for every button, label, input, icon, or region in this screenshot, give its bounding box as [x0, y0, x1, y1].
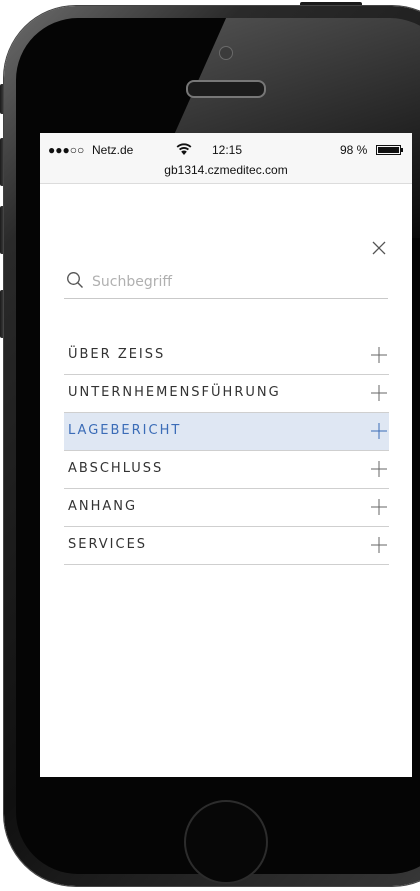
menu-item-label: ABSCHLUSS	[68, 461, 164, 476]
menu-item-unternehmensfuehrung[interactable]: UNTERNHEMENSFÜHRUNG	[64, 375, 389, 413]
menu-item-label: UNTERNHEMENSFÜHRUNG	[68, 385, 281, 400]
menu-item-ueber-zeiss[interactable]: ÜBER ZEISS	[64, 337, 389, 375]
battery-percent: 98 %	[340, 143, 368, 157]
menu-item-label: LAGEBERICHT	[68, 423, 182, 438]
plus-icon[interactable]	[371, 347, 387, 363]
carrier-name: Netz.de	[92, 143, 134, 157]
clock: 12:15	[212, 143, 243, 157]
plus-icon[interactable]	[371, 461, 387, 477]
menu-item-lagebericht[interactable]: LAGEBERICHT	[64, 413, 389, 451]
main-menu: ÜBER ZEISS UNTERNHEMENSFÜHRUNG LAGEBERIC…	[64, 337, 389, 565]
menu-item-label: SERVICES	[68, 537, 148, 552]
plus-icon[interactable]	[371, 499, 387, 515]
search-icon	[67, 272, 83, 288]
menu-item-services[interactable]: SERVICES	[64, 527, 389, 565]
earpiece-speaker	[186, 80, 266, 98]
search-bar	[64, 269, 388, 299]
menu-item-label: ANHANG	[68, 499, 138, 514]
wifi-icon	[176, 143, 192, 155]
search-input[interactable]	[92, 271, 382, 293]
plus-icon[interactable]	[371, 537, 387, 553]
screen: ●●●○○ Netz.de 12:15 98 % gb1314.czmedite…	[40, 133, 412, 777]
menu-item-abschluss[interactable]: ABSCHLUSS	[64, 451, 389, 489]
home-button[interactable]	[184, 800, 268, 884]
battery-icon	[376, 145, 403, 155]
plus-icon[interactable]	[371, 385, 387, 401]
front-camera	[219, 46, 233, 60]
page: ●●●○○ Netz.de 12:15 98 % gb1314.czmedite…	[0, 0, 420, 891]
close-icon[interactable]	[369, 238, 389, 258]
signal-strength: ●●●○○	[48, 143, 85, 157]
menu-item-label: ÜBER ZEISS	[68, 347, 166, 362]
status-row: ●●●○○ Netz.de 12:15 98 %	[40, 143, 412, 159]
page-url: gb1314.czmeditec.com	[164, 163, 288, 177]
menu-item-anhang[interactable]: ANHANG	[64, 489, 389, 527]
plus-icon[interactable]	[371, 423, 387, 439]
status-bar: ●●●○○ Netz.de 12:15 98 % gb1314.czmedite…	[40, 133, 412, 184]
